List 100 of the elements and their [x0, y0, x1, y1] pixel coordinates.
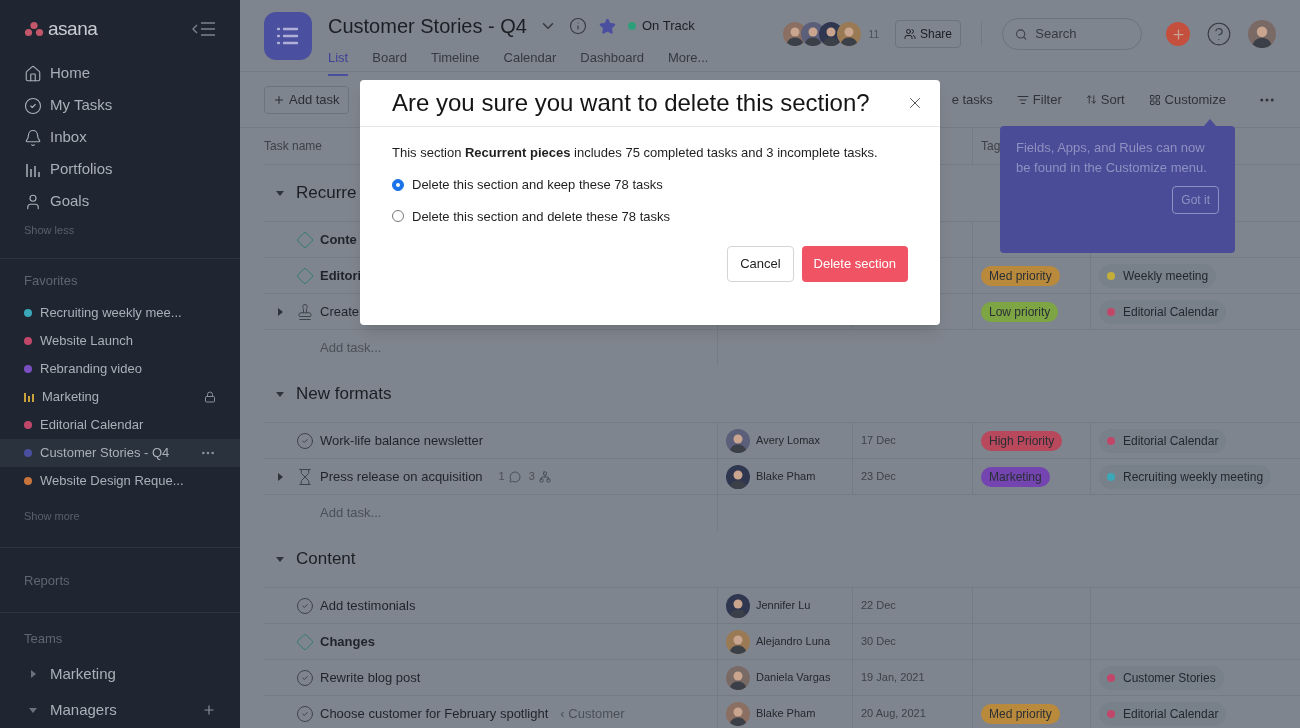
- team-item[interactable]: Marketing: [0, 656, 240, 692]
- task-name[interactable]: Rewrite blog post: [320, 667, 421, 688]
- favorite-item[interactable]: Editorial Calendar: [0, 410, 240, 439]
- reports-heading[interactable]: Reports: [24, 572, 70, 588]
- caret-down-icon[interactable]: [275, 389, 285, 399]
- favorite-item[interactable]: Marketing: [0, 382, 240, 411]
- toolbar-button[interactable]: Sort: [1085, 89, 1125, 110]
- priority-tag[interactable]: Low priority: [981, 301, 1059, 322]
- dialog-title: Are you sure you want to delete this section?: [392, 88, 870, 118]
- favorite-item[interactable]: Website Design Reque...: [0, 466, 240, 495]
- project-chip[interactable]: Customer Stories: [1099, 665, 1224, 690]
- search-input[interactable]: Search: [1035, 24, 1129, 44]
- radio-button[interactable]: [392, 178, 404, 191]
- project-chip[interactable]: Weekly meeting: [1099, 263, 1217, 288]
- check-circle-icon[interactable]: [296, 431, 314, 450]
- caret-down-icon[interactable]: [275, 188, 285, 198]
- due-date[interactable]: 22 Dec: [861, 597, 896, 614]
- assignee-name[interactable]: Blake Pham: [756, 705, 816, 722]
- caret-right-icon[interactable]: [275, 471, 285, 482]
- due-date[interactable]: 30 Dec: [861, 633, 896, 650]
- share-button[interactable]: Share: [894, 20, 961, 48]
- delete-section-button[interactable]: Delete section: [801, 246, 908, 282]
- help-icon[interactable]: [1206, 21, 1232, 47]
- due-date[interactable]: 17 Dec: [861, 432, 896, 449]
- task-name[interactable]: Press release on acquisition: [320, 466, 483, 487]
- assignee-name[interactable]: Jennifer Lu: [756, 597, 811, 614]
- project-chip[interactable]: Editorial Calendar: [1099, 701, 1227, 726]
- cancel-button[interactable]: Cancel: [727, 246, 794, 282]
- task-name[interactable]: Choose customer for February spotlight: [320, 703, 549, 724]
- view-tab[interactable]: Dashboard: [580, 48, 644, 76]
- view-tab[interactable]: Calendar: [503, 48, 557, 76]
- view-tab[interactable]: Board: [372, 48, 407, 76]
- priority-tag[interactable]: Med priority: [981, 703, 1060, 724]
- subtask-icon: [538, 470, 551, 483]
- nav-item[interactable]: Portfolios: [24, 153, 216, 186]
- due-date[interactable]: 19 Jan, 2021: [861, 669, 925, 686]
- collapse-sidebar-icon[interactable]: [192, 20, 216, 37]
- add-task-button[interactable]: Add task: [265, 86, 348, 113]
- team-item[interactable]: Managers: [0, 692, 240, 728]
- caret-down-icon[interactable]: [28, 705, 38, 715]
- plus-icon: [273, 93, 285, 106]
- section-title[interactable]: Recurre: [296, 180, 357, 206]
- info-icon[interactable]: [568, 17, 587, 35]
- check-circle-icon[interactable]: [296, 704, 314, 723]
- check-circle-icon[interactable]: [296, 668, 314, 687]
- caret-right-icon[interactable]: [28, 669, 38, 679]
- due-date[interactable]: 20 Aug, 2021: [861, 705, 926, 722]
- avatar-icon: [726, 629, 750, 654]
- person-icon: [24, 192, 42, 211]
- favorite-item[interactable]: Customer Stories - Q4: [0, 438, 240, 467]
- task-name[interactable]: Conte: [320, 229, 357, 250]
- avatar-icon: [726, 428, 750, 453]
- show-more-link[interactable]: Show more: [24, 509, 80, 522]
- project-chip[interactable]: Editorial Calendar: [1099, 428, 1227, 453]
- toolbar-button[interactable]: Filter: [1016, 89, 1062, 110]
- column-header[interactable]: Tag: [981, 137, 1001, 155]
- stamp-icon[interactable]: [296, 302, 314, 321]
- nav-item[interactable]: My Tasks: [24, 89, 216, 122]
- option-label[interactable]: Delete this section and delete these 78 tasks: [412, 206, 670, 226]
- got-it-button[interactable]: Got it: [1172, 186, 1219, 214]
- column-header[interactable]: Task name: [264, 137, 323, 155]
- add-button[interactable]: [1166, 22, 1190, 46]
- check-circle-icon[interactable]: [296, 596, 314, 615]
- task-name[interactable]: Changes: [320, 631, 375, 652]
- nav-item[interactable]: Home: [24, 57, 216, 90]
- task-name[interactable]: Add testimonials: [320, 595, 416, 616]
- view-tab[interactable]: List: [328, 48, 349, 76]
- due-date[interactable]: 23 Dec: [861, 468, 896, 485]
- project-chip[interactable]: Editorial Calendar: [1099, 299, 1227, 324]
- sort-icon: [1085, 94, 1097, 105]
- assignee-name[interactable]: Alejandro Luna: [756, 633, 830, 650]
- favorite-item[interactable]: Rebranding video: [0, 354, 240, 383]
- status-label[interactable]: On Track: [641, 16, 695, 36]
- toolbar-button[interactable]: Customize: [1148, 89, 1226, 110]
- project-chip[interactable]: Recruiting weekly meeting: [1099, 464, 1272, 489]
- radio-button[interactable]: [392, 210, 404, 223]
- view-tab[interactable]: Timeline: [430, 48, 480, 76]
- task-name[interactable]: Create: [320, 301, 360, 322]
- nav-item[interactable]: Goals: [24, 185, 216, 218]
- task-name[interactable]: Editori: [320, 265, 362, 286]
- toolbar-button[interactable]: e tasks: [951, 89, 993, 110]
- add-icon[interactable]: [202, 703, 216, 717]
- option-label[interactable]: Delete this section and keep these 78 tasks: [412, 175, 663, 195]
- caret-down-icon[interactable]: [275, 554, 285, 564]
- assignee-name[interactable]: Blake Pham: [756, 468, 816, 485]
- assignee-name[interactable]: Avery Lomax: [756, 432, 820, 449]
- section-title[interactable]: New formats: [296, 381, 392, 407]
- view-tab[interactable]: More...: [667, 48, 709, 76]
- caret-right-icon[interactable]: [275, 306, 285, 317]
- nav-item[interactable]: Inbox: [24, 121, 216, 154]
- assignee-name[interactable]: Daniela Vargas: [756, 669, 831, 686]
- priority-tag[interactable]: Marketing: [981, 466, 1050, 487]
- section-title[interactable]: Content: [296, 546, 356, 572]
- priority-tag[interactable]: Med priority: [981, 265, 1060, 286]
- priority-tag[interactable]: High Priority: [981, 430, 1063, 451]
- hourglass-icon[interactable]: [296, 467, 314, 486]
- favorite-item[interactable]: Website Launch: [0, 326, 240, 355]
- star-icon[interactable]: [598, 17, 616, 35]
- favorite-item[interactable]: Recruiting weekly mee...: [0, 298, 240, 327]
- task-name[interactable]: Work-life balance newsletter: [320, 430, 484, 451]
